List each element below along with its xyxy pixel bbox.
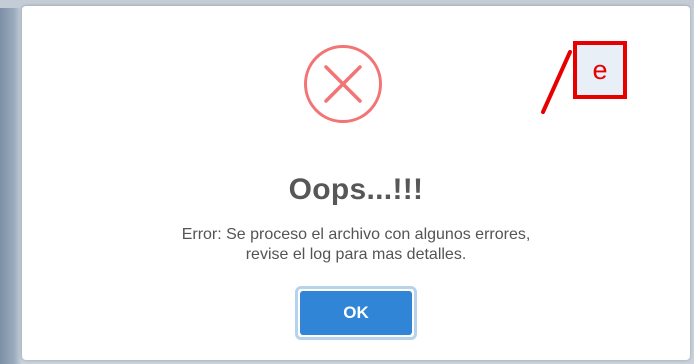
dialog-message-line-2: revise el log para mas detalles.	[245, 246, 467, 263]
ok-button-label[interactable]: OK	[300, 291, 412, 335]
annotation-label: e	[592, 54, 608, 85]
dialog-message: Error: Se proceso el archivo con algunos…	[22, 225, 690, 265]
annotation-label-box: e	[573, 41, 627, 99]
ok-button[interactable]: OK	[295, 286, 417, 340]
dialog-title: Oops...!!!	[288, 173, 424, 206]
error-x-icon	[304, 45, 382, 123]
dialog-message-line-1: Error: Se proceso el archivo con algunos…	[181, 226, 531, 243]
